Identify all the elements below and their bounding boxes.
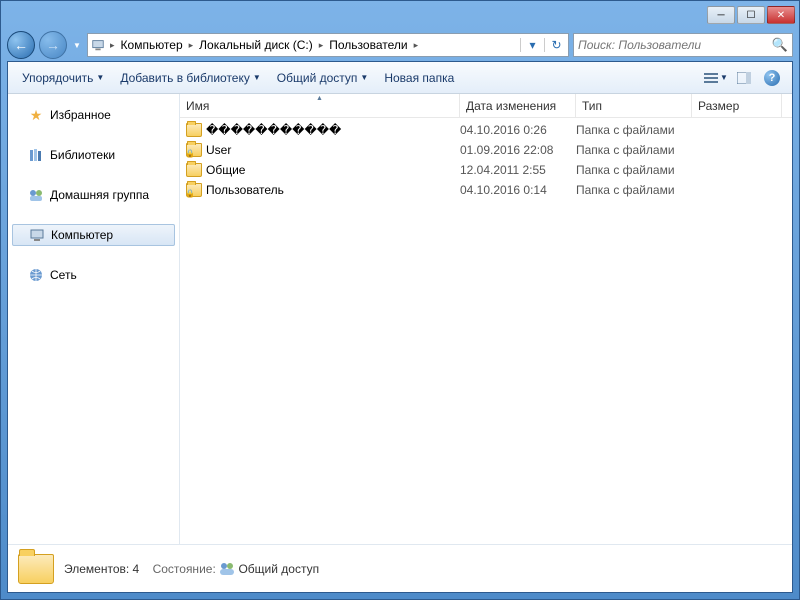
- forward-button[interactable]: →: [39, 31, 67, 59]
- chevron-right-icon[interactable]: ▸: [108, 40, 117, 51]
- chevron-right-icon[interactable]: ▸: [412, 40, 421, 51]
- sidebar-item-favorites[interactable]: ★ Избранное: [8, 104, 179, 126]
- column-header-name[interactable]: Имя: [180, 94, 460, 117]
- status-elements-count: Элементов: 4: [64, 562, 139, 576]
- chevron-right-icon[interactable]: ▸: [187, 40, 196, 51]
- file-type: Папка с файлами: [576, 163, 692, 177]
- organize-button[interactable]: Упорядочить ▼: [16, 67, 110, 89]
- explorer-window: ─ ☐ ✕ ← → ▼ ▸ Компьютер ▸ Локальный диск…: [0, 0, 800, 600]
- new-folder-label: Новая папка: [384, 71, 454, 85]
- sidebar-item-label: Библиотеки: [50, 148, 115, 162]
- chevron-down-icon: ▼: [253, 73, 261, 82]
- file-name: �����������: [206, 123, 341, 137]
- toolbar: Упорядочить ▼ Добавить в библиотеку ▼ Об…: [8, 62, 792, 94]
- titlebar: ─ ☐ ✕: [1, 1, 799, 29]
- homegroup-icon: [28, 187, 44, 203]
- file-name: Пользователь: [206, 183, 284, 197]
- search-box[interactable]: 🔍: [573, 33, 793, 57]
- file-list: �����������04.10.2016 0:26Папка с файлам…: [180, 118, 792, 544]
- star-icon: ★: [28, 107, 44, 123]
- help-icon: ?: [764, 70, 780, 86]
- status-state-value: Общий доступ: [238, 562, 319, 576]
- navigation-pane: ★ Избранное Библиотеки: [8, 94, 180, 544]
- people-icon: [219, 562, 238, 576]
- file-date: 04.10.2016 0:14: [460, 183, 576, 197]
- sidebar-item-label: Домашняя группа: [50, 188, 149, 202]
- arrow-right-icon: →: [46, 37, 60, 53]
- folder-icon: [186, 163, 202, 177]
- address-bar: ← → ▼ ▸ Компьютер ▸ Локальный диск (C:) …: [1, 29, 799, 61]
- crumb-computer[interactable]: Компьютер: [117, 38, 187, 52]
- file-name: Общие: [206, 163, 245, 177]
- crumb-local-disk[interactable]: Локальный диск (C:): [195, 38, 317, 52]
- crumb-users[interactable]: Пользователи: [325, 38, 411, 52]
- file-date: 04.10.2016 0:26: [460, 123, 576, 137]
- column-headers: Имя Дата изменения Тип Размер: [180, 94, 792, 118]
- column-header-type[interactable]: Тип: [576, 94, 692, 117]
- arrow-left-icon: ←: [14, 37, 28, 53]
- sidebar-item-computer[interactable]: Компьютер: [12, 224, 175, 246]
- breadcrumb[interactable]: ▸ Компьютер ▸ Локальный диск (C:) ▸ Поль…: [87, 33, 569, 57]
- sidebar-item-homegroup[interactable]: Домашняя группа: [8, 184, 179, 206]
- network-icon: [28, 267, 44, 283]
- view-options-button[interactable]: ▼: [704, 67, 728, 89]
- file-type: Папка с файлами: [576, 143, 692, 157]
- share-label: Общий доступ: [277, 71, 358, 85]
- sidebar-item-label: Компьютер: [51, 228, 113, 242]
- file-row[interactable]: Пользователь 04.10.2016 0:14Папка с файла…: [180, 180, 792, 200]
- sidebar-item-label: Сеть: [50, 268, 77, 282]
- search-icon[interactable]: 🔍: [772, 37, 788, 53]
- back-button[interactable]: ←: [7, 31, 35, 59]
- help-button[interactable]: ?: [760, 67, 784, 89]
- add-to-library-label: Добавить в библиотеку: [120, 71, 250, 85]
- share-button[interactable]: Общий доступ ▼: [271, 67, 375, 89]
- folder-icon: [186, 123, 202, 137]
- sidebar-item-libraries[interactable]: Библиотеки: [8, 144, 179, 166]
- file-date: 12.04.2011 2:55: [460, 163, 576, 177]
- chevron-down-icon: ▼: [360, 73, 368, 82]
- computer-icon: [88, 38, 108, 52]
- maximize-button[interactable]: ☐: [737, 6, 765, 24]
- add-to-library-button[interactable]: Добавить в библиотеку ▼: [114, 67, 266, 89]
- sidebar-item-label: Избранное: [50, 108, 111, 122]
- folder-icon: [186, 143, 202, 157]
- column-header-size[interactable]: Размер: [692, 94, 782, 117]
- content-frame: Упорядочить ▼ Добавить в библиотеку ▼ Об…: [7, 61, 793, 593]
- chevron-down-icon: ▼: [720, 73, 728, 82]
- libraries-icon: [28, 147, 44, 163]
- status-state-label: Состояние:: [153, 562, 216, 576]
- file-view: Имя Дата изменения Тип Размер ����������…: [180, 94, 792, 544]
- body-split: ★ Избранное Библиотеки: [8, 94, 792, 544]
- chevron-down-icon: ▼: [96, 73, 104, 82]
- minimize-button[interactable]: ─: [707, 6, 735, 24]
- refresh-button[interactable]: ↻: [544, 38, 568, 52]
- chevron-right-icon[interactable]: ▸: [317, 40, 326, 51]
- sidebar-item-network[interactable]: Сеть: [8, 264, 179, 286]
- new-folder-button[interactable]: Новая папка: [378, 67, 460, 89]
- search-input[interactable]: [578, 38, 772, 52]
- organize-label: Упорядочить: [22, 71, 93, 85]
- file-type: Папка с файлами: [576, 183, 692, 197]
- file-row[interactable]: ����������� 04.10.2016 0:26Папка с файлам…: [180, 120, 792, 140]
- computer-icon: [29, 227, 45, 243]
- file-row[interactable]: Общие 12.04.2011 2:55Папка с файлами: [180, 160, 792, 180]
- nav-history-dropdown[interactable]: ▼: [71, 35, 83, 55]
- folder-icon: [18, 554, 54, 584]
- file-row[interactable]: User 01.09.2016 22:08Папка с файлами: [180, 140, 792, 160]
- statusbar: Элементов: 4 Состояние: Общий доступ: [8, 544, 792, 592]
- file-type: Папка с файлами: [576, 123, 692, 137]
- file-name: User: [206, 143, 231, 157]
- path-dropdown[interactable]: ▾: [520, 38, 544, 52]
- file-date: 01.09.2016 22:08: [460, 143, 576, 157]
- column-header-date[interactable]: Дата изменения: [460, 94, 576, 117]
- folder-icon: [186, 183, 202, 197]
- preview-pane-button[interactable]: [732, 67, 756, 89]
- close-button[interactable]: ✕: [767, 6, 795, 24]
